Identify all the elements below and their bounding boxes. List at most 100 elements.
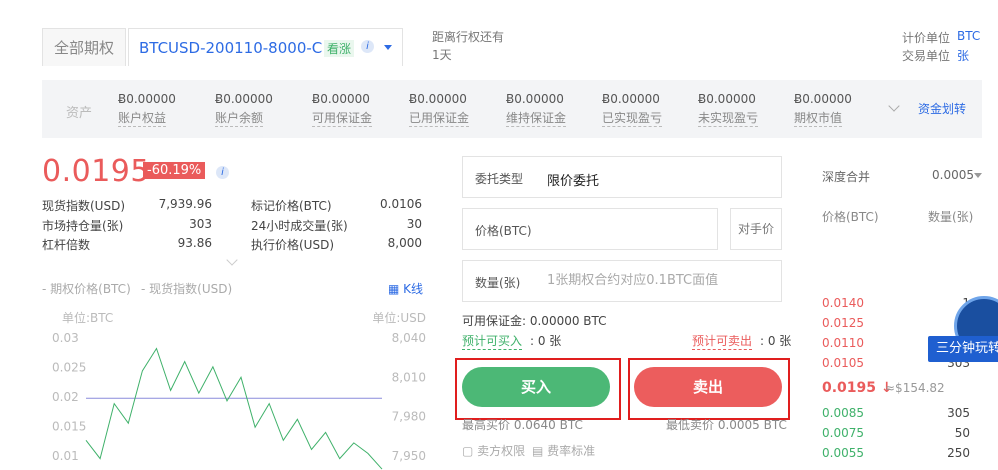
asset-value: Ƀ0.00000 <box>794 92 852 106</box>
asset-value: Ƀ0.00000 <box>409 92 467 106</box>
stat-value: 30 <box>406 217 422 231</box>
buy-button[interactable]: 买入 <box>462 367 610 407</box>
info-icon[interactable]: i <box>216 166 229 179</box>
depth-merge-select[interactable]: 0.0005 <box>932 168 974 182</box>
asset-label: 可用保证金 <box>312 111 373 127</box>
fee-standard-link[interactable]: ▤ 费率标准 <box>532 442 595 459</box>
asset-label: 已实现盈亏 <box>602 111 663 127</box>
right-tick-label: 8,010 <box>392 370 426 384</box>
kline-label: K线 <box>403 282 424 296</box>
est-buy-label: 预计可买入 <box>462 334 523 350</box>
stat-label: 现货指数(USD) <box>42 199 126 213</box>
quantity-label: 数量(张) <box>475 276 521 290</box>
seller-permission-link[interactable]: ▢ 卖方权限 <box>462 442 525 459</box>
kline-link[interactable]: ▦ K线 <box>388 280 423 297</box>
contract-name: BTCUSD-200110-8000-C <box>139 39 323 57</box>
depth-merge-label: 深度合并 <box>822 170 871 184</box>
stat-label: 标记价格(BTC) <box>251 199 332 213</box>
ask-price[interactable]: 0.0140 <box>822 296 864 310</box>
sell-button[interactable]: 卖出 <box>634 367 782 407</box>
seller-permission-label: 卖方权限 <box>477 444 526 458</box>
orderbook-qty-header: 数量(张) <box>928 210 974 224</box>
est-sell-value: : 0 张 <box>760 334 792 348</box>
trade-unit-label: 交易单位 <box>902 49 951 63</box>
bid-qty: 250 <box>947 446 970 460</box>
stat-value: 0.0106 <box>380 197 422 211</box>
pricing-unit-label: 计价单位 <box>902 31 951 45</box>
asset-item: Ƀ0.00000 账户余额 <box>215 92 273 127</box>
stat-value: 7,939.96 <box>158 197 212 211</box>
bid-qty: 50 <box>954 426 970 440</box>
right-unit-label: 单位:USD <box>372 310 426 325</box>
right-tick-label: 8,040 <box>392 331 426 345</box>
stat-value: 93.86 <box>177 236 212 250</box>
order-type-value: 限价委托 <box>547 174 600 189</box>
est-sell-label: 预计可卖出 <box>692 334 753 350</box>
orderbook-price-header: 价格(BTC) <box>822 210 879 224</box>
order-type-field[interactable]: 委托类型 限价委托 <box>462 156 782 198</box>
info-icon[interactable]: i <box>361 40 374 53</box>
last-price: 0.0195 <box>42 154 150 189</box>
price-input-field[interactable]: 价格(BTC) <box>462 208 718 250</box>
order-type-label: 委托类型 <box>475 172 524 186</box>
pricing-unit-value[interactable]: BTC <box>957 29 980 43</box>
asset-value: Ƀ0.00000 <box>215 92 273 106</box>
asset-item: Ƀ0.00000 期权市值 <box>794 92 852 127</box>
available-margin: 可用保证金: 0.00000 BTC <box>462 314 607 328</box>
asset-label: 维持保证金 <box>506 111 567 127</box>
ask-price[interactable]: 0.0110 <box>822 336 864 350</box>
left-tick-label: 0.01 <box>52 449 79 463</box>
trade-unit-value[interactable]: 张 <box>957 47 969 64</box>
asset-label: 账户余额 <box>215 111 264 127</box>
contract-selector[interactable]: BTCUSD-200110-8000-C 看涨 i <box>128 28 403 66</box>
asset-item: Ƀ0.00000 可用保证金 <box>312 92 373 127</box>
tab-all-options[interactable]: 全部期权 <box>42 28 126 66</box>
min-sell-price: 最低卖价 0.0005 BTC <box>666 418 787 432</box>
bid-price[interactable]: 0.0085 <box>822 406 864 420</box>
stat-value: 303 <box>189 217 212 231</box>
asset-value: Ƀ0.00000 <box>312 92 370 106</box>
quantity-input[interactable] <box>547 273 767 288</box>
counter-price-button[interactable]: 对手价 <box>730 208 782 250</box>
right-tick-label: 7,980 <box>392 410 426 424</box>
asset-value: Ƀ0.00000 <box>506 92 564 106</box>
asset-label: 账户权益 <box>118 111 167 127</box>
expiry-value: 1天 <box>432 48 452 62</box>
transfer-funds-link[interactable]: 资金划转 <box>918 100 966 117</box>
fee-standard-label: 费率标准 <box>547 444 596 458</box>
left-tick-label: 0.025 <box>52 361 86 375</box>
stat-value: 8,000 <box>387 236 422 250</box>
legend-option-price[interactable]: - 期权价格(BTC) <box>42 280 131 297</box>
left-tick-label: 0.03 <box>52 331 79 345</box>
asset-item: Ƀ0.00000 账户权益 <box>118 92 176 127</box>
asset-item: Ƀ0.00000 已用保证金 <box>409 92 470 127</box>
stat-label: 市场持仓量(张) <box>42 219 124 233</box>
left-tick-label: 0.015 <box>52 420 86 434</box>
chevron-down-icon[interactable] <box>974 173 982 178</box>
stat-label: 24小时成交量(张) <box>251 219 348 233</box>
promo-banner[interactable]: 三分钟玩转 <box>928 336 998 362</box>
legend-spot-index[interactable]: - 现货指数(USD) <box>141 280 232 297</box>
asset-label: 未实现盈亏 <box>698 111 759 127</box>
orderbook-last-price: 0.0195 ↓ <box>822 380 893 396</box>
ask-price[interactable]: 0.0125 <box>822 316 864 330</box>
max-buy-price: 最高买价 0.0640 BTC <box>462 418 583 432</box>
stat-label: 执行价格(USD) <box>251 238 335 252</box>
asset-label: 期权市值 <box>794 111 843 127</box>
expiry-label: 距离行权还有 <box>432 30 505 44</box>
call-badge: 看涨 <box>324 40 355 57</box>
price-label: 价格(BTC) <box>475 224 532 238</box>
left-tick-label: 0.02 <box>52 390 79 404</box>
chevron-down-icon[interactable] <box>226 254 238 266</box>
ask-price[interactable]: 0.0105 <box>822 356 864 370</box>
permission-icon: ▢ <box>462 444 478 458</box>
chevron-down-icon[interactable] <box>384 45 392 50</box>
right-tick-label: 7,950 <box>392 449 426 463</box>
chevron-down-icon[interactable] <box>888 100 900 112</box>
price-chart: 单位:BTC 单位:USD 0.03 0.025 0.02 0.015 0.01 8,040 8… <box>52 310 426 470</box>
asset-item: Ƀ0.00000 未实现盈亏 <box>698 92 759 127</box>
bid-price[interactable]: 0.0055 <box>822 446 864 460</box>
bid-price[interactable]: 0.0075 <box>822 426 864 440</box>
left-unit-label: 单位:BTC <box>62 310 113 325</box>
quantity-field[interactable]: 数量(张) <box>462 260 782 302</box>
